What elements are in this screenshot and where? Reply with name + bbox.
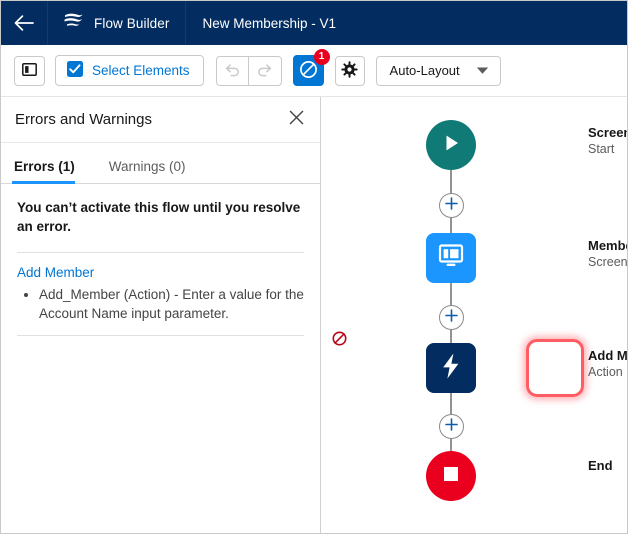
tab-warnings[interactable]: Warnings (0) bbox=[108, 159, 199, 183]
tab-warnings-label: Warnings (0) bbox=[108, 159, 186, 174]
add-element-button-3[interactable] bbox=[439, 414, 464, 439]
screen-node-type: Screen bbox=[588, 255, 627, 269]
close-icon bbox=[289, 110, 304, 130]
panel-divider-bottom bbox=[17, 335, 304, 336]
panel-divider-top bbox=[17, 252, 304, 253]
action-node-name: Add Member bbox=[588, 348, 627, 363]
select-elements-icon bbox=[67, 61, 83, 80]
add-element-button-2[interactable] bbox=[439, 305, 464, 330]
action-node-icon-wrapper[interactable] bbox=[426, 343, 476, 393]
error-count-badge: 1 bbox=[313, 49, 330, 65]
chevron-down-icon bbox=[476, 63, 489, 78]
error-circle-slash-icon bbox=[299, 60, 318, 82]
redo-button[interactable] bbox=[248, 55, 282, 86]
error-group-link[interactable]: Add Member bbox=[17, 265, 304, 280]
add-element-button-1[interactable] bbox=[439, 193, 464, 218]
layout-mode-label: Auto-Layout bbox=[389, 63, 460, 78]
flow-builder-logo-icon bbox=[62, 11, 84, 36]
layout-mode-dropdown[interactable]: Auto-Layout bbox=[375, 55, 501, 86]
close-panel-button[interactable] bbox=[286, 110, 306, 130]
action-node-error-badge bbox=[332, 331, 347, 346]
show-errors-button[interactable]: 1 bbox=[292, 49, 330, 86]
flow-builder-app: Flow Builder New Membership - V1 Select … bbox=[0, 0, 628, 534]
panel-body: You can’t activate this flow until you r… bbox=[1, 184, 320, 336]
flow-name-label: New Membership - V1 bbox=[202, 15, 337, 31]
start-node-type: Start bbox=[588, 142, 615, 156]
error-list-item: Add_Member (Action) - Enter a value for … bbox=[39, 285, 304, 323]
global-header: Flow Builder New Membership - V1 bbox=[1, 1, 627, 45]
plus-icon bbox=[445, 417, 458, 436]
undo-icon bbox=[224, 62, 241, 80]
end-node-label: End bbox=[588, 458, 613, 474]
select-elements-label: Select Elements bbox=[92, 63, 190, 78]
flow-settings-button[interactable] bbox=[334, 55, 365, 86]
error-item-list: Add_Member (Action) - Enter a value for … bbox=[17, 285, 304, 323]
back-button[interactable] bbox=[1, 1, 48, 45]
plus-icon bbox=[445, 308, 458, 327]
start-node-name: Screen Flow bbox=[588, 125, 627, 140]
action-node-label: Add Member Action bbox=[588, 348, 627, 380]
start-node-label: Screen Flow Start bbox=[588, 125, 627, 157]
screen-node-icon-wrapper[interactable] bbox=[426, 233, 476, 283]
tab-errors[interactable]: Errors (1) bbox=[12, 159, 88, 184]
plus-icon bbox=[445, 196, 458, 215]
panel-tabs: Errors (1) Warnings (0) bbox=[1, 143, 320, 184]
flow-canvas[interactable]: Screen Flow Start bbox=[322, 97, 627, 533]
action-node-error-ring bbox=[526, 339, 584, 397]
gear-icon bbox=[341, 60, 358, 81]
app-name-label: Flow Builder bbox=[94, 15, 170, 31]
undo-redo-group bbox=[215, 55, 282, 86]
panel-toggle-icon bbox=[22, 62, 37, 79]
redo-icon bbox=[256, 62, 273, 80]
tab-errors-label: Errors (1) bbox=[14, 159, 75, 174]
action-node-type: Action bbox=[588, 365, 623, 379]
screen-node-name: Membership Signup bbox=[588, 238, 627, 253]
toggle-left-panel-button[interactable] bbox=[14, 55, 45, 86]
panel-title: Errors and Warnings bbox=[15, 111, 152, 128]
screen-monitor-icon bbox=[437, 243, 465, 274]
flow-toolbar: Select Elements 1 Auto-Layout bbox=[1, 45, 627, 97]
lightning-bolt-icon bbox=[440, 352, 462, 385]
flow-diagram: Screen Flow Start bbox=[322, 97, 627, 533]
screen-node-label: Membership Signup Screen bbox=[588, 238, 627, 270]
select-elements-button[interactable]: Select Elements bbox=[55, 55, 204, 86]
app-launcher-flow-builder[interactable]: Flow Builder bbox=[48, 1, 187, 45]
undo-button[interactable] bbox=[215, 55, 249, 86]
end-node-name: End bbox=[588, 458, 613, 473]
panel-header: Errors and Warnings bbox=[1, 97, 320, 143]
stop-square-icon bbox=[441, 464, 461, 489]
start-node-icon-wrapper[interactable] bbox=[426, 120, 476, 170]
end-node-icon-wrapper[interactable] bbox=[426, 451, 476, 501]
error-headline: You can’t activate this flow until you r… bbox=[17, 200, 301, 234]
play-start-icon bbox=[439, 131, 463, 160]
errors-warnings-panel: Errors and Warnings Errors (1) Warnings … bbox=[1, 97, 321, 533]
arrow-left-icon bbox=[14, 15, 34, 31]
